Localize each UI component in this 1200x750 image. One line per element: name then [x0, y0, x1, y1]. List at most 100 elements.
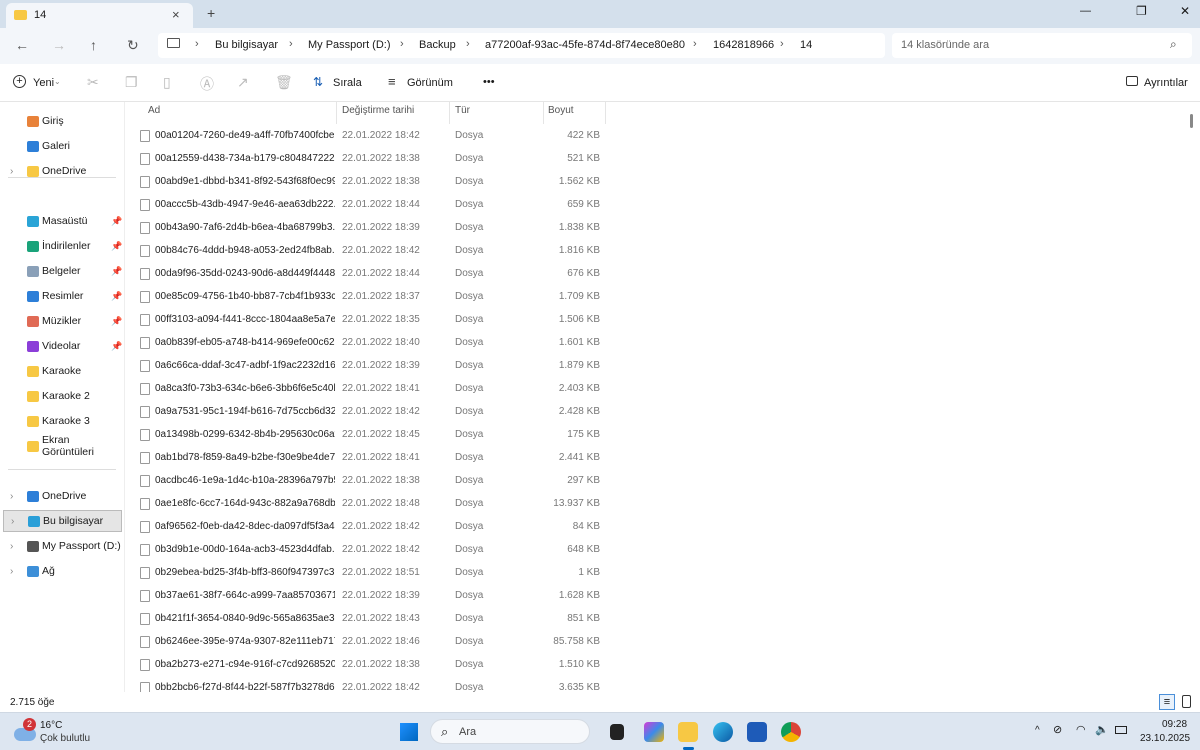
sidebar-item-ekran-görüntüleri[interactable]: Ekran Görüntüleri [8, 434, 122, 458]
sidebar-item-onedrive[interactable]: › OneDrive [8, 160, 122, 182]
rename-icon[interactable]: Ⓐ [200, 74, 214, 94]
minimize-button[interactable]: — [1080, 5, 1091, 17]
tab-14[interactable]: 14 × [6, 3, 193, 28]
file-row[interactable]: 0ab1bd78-f859-8a49-b2be-f30e9be4de7e 22.0… [133, 447, 608, 469]
volume-icon[interactable]: 🔈 [1095, 723, 1109, 736]
sidebar-item-karaoke-3[interactable]: Karaoke 3 [8, 410, 122, 432]
sidebar-item-resimler[interactable]: Resimler 📌 [8, 285, 122, 307]
more-button[interactable]: ••• [483, 76, 495, 88]
file-explorer-icon[interactable] [678, 722, 698, 742]
search-input[interactable]: 14 klasöründe ara ⌕ [892, 33, 1192, 58]
sidebar-item-my-passport-d-[interactable]: › My Passport (D:) [8, 535, 122, 557]
cut-icon[interactable]: ✂ [87, 74, 99, 91]
column-header-type[interactable]: Tür [455, 105, 470, 123]
file-row[interactable]: 0af96562-f0eb-da42-8dec-da097df5f3a4 22.0… [133, 516, 608, 538]
column-header-name[interactable]: Ad [148, 105, 160, 123]
file-row[interactable]: 0a0b839f-eb05-a748-b414-969efe00c623 22.0… [133, 332, 608, 354]
breadcrumb[interactable]: › Bu bilgisayar › My Passport (D:) › Bac… [158, 33, 885, 58]
chrome-icon[interactable] [781, 722, 801, 742]
battery-icon[interactable] [1115, 726, 1127, 734]
column-header-date[interactable]: Değiştirme tarihi [342, 105, 414, 123]
pin-icon[interactable]: 📌 [111, 341, 122, 352]
file-row[interactable]: 0ba2b273-e271-c94e-916f-c7cd9268520a 22.0… [133, 654, 608, 676]
edge-icon[interactable] [713, 722, 733, 742]
crumb-bu-bilgisayar[interactable]: Bu bilgisayar [215, 39, 278, 51]
expand-chevron-icon[interactable]: › [10, 541, 13, 552]
file-row[interactable]: 00e85c09-4756-1b40-bb87-7cb4f1b933cc 22.0… [133, 286, 608, 308]
file-row[interactable]: 0b37ae61-38f7-664c-a999-7aa85703671e 22.0… [133, 585, 608, 607]
file-row[interactable]: 00ff3103-a094-f441-8ccc-1804aa8e5a7e 22.0… [133, 309, 608, 331]
sidebar-item-masaüstü[interactable]: Masaüstü 📌 [8, 210, 122, 232]
file-row[interactable]: 00a12559-d438-734a-b179-c804847222d6 22.0… [133, 148, 608, 170]
expand-chevron-icon[interactable]: › [11, 516, 14, 527]
close-window-button[interactable]: ✕ [1180, 4, 1190, 18]
delete-icon[interactable]: 🗑 [275, 74, 293, 91]
location-off-icon[interactable]: ⊘ [1053, 723, 1062, 736]
crumb-backup[interactable]: Backup [419, 39, 456, 51]
new-tab-button[interactable]: + [207, 5, 215, 21]
sidebar-item-giriş[interactable]: Giriş [8, 110, 122, 132]
share-icon[interactable]: ↗ [237, 74, 249, 91]
sidebar-item-müzikler[interactable]: Müzikler 📌 [8, 310, 122, 332]
clock-time[interactable]: 09:28 [1162, 719, 1187, 730]
file-row[interactable]: 0b6246ee-395e-974a-9307-82e111eb7176 22.0… [133, 631, 608, 653]
file-row[interactable]: 0bb2bcb6-f27d-8f44-b22f-587f7b3278d6 22.0… [133, 677, 608, 692]
sidebar-item-karaoke[interactable]: Karaoke [8, 360, 122, 382]
crumb-14[interactable]: 14 [800, 39, 812, 51]
clock-date[interactable]: 23.10.2025 [1140, 733, 1190, 744]
new-button[interactable]: Yeni [33, 77, 54, 89]
pin-icon[interactable]: 📌 [111, 241, 122, 252]
file-row[interactable]: 0a13498b-0299-6342-8b4b-295630c06afb 22.0… [133, 424, 608, 446]
file-row[interactable]: 0a8ca3f0-73b3-634c-b6e6-3bb6f6e5c40b 22.0… [133, 378, 608, 400]
start-icon[interactable] [400, 723, 418, 741]
sidebar-item-i-ndirilenler[interactable]: İndirilenler 📌 [8, 235, 122, 257]
copilot-icon[interactable] [644, 722, 664, 742]
sidebar-item-bu-bilgisayar[interactable]: › Bu bilgisayar [3, 510, 122, 532]
file-row[interactable]: 0ae1e8fc-6cc7-164d-943c-882a9a768db8 22.0… [133, 493, 608, 515]
refresh-icon[interactable]: ↻ [127, 37, 139, 54]
sidebar-item-galeri[interactable]: Galeri [8, 135, 122, 157]
file-row[interactable]: 0a6c66ca-ddaf-3c47-adbf-1f9ac2232d16 22.0… [133, 355, 608, 377]
pin-icon[interactable]: 📌 [111, 266, 122, 277]
expand-chevron-icon[interactable]: › [10, 566, 13, 577]
sidebar-item-onedrive[interactable]: › OneDrive [8, 485, 122, 507]
forward-icon[interactable]: → [52, 37, 66, 53]
file-row[interactable]: 00a01204-7260-de49-a4ff-70fb7400fcbe 22.0… [133, 125, 608, 147]
paste-icon[interactable]: ▯ [163, 74, 171, 91]
crumb-1642818966[interactable]: 1642818966 [713, 39, 774, 51]
file-row[interactable]: 00da9f96-35dd-0243-90d6-a8d449f4448e 22.0… [133, 263, 608, 285]
sort-button[interactable]: Sırala [333, 77, 362, 89]
taskbar-search[interactable]: ⌕ Ara [430, 719, 590, 744]
view-button[interactable]: Görünüm [407, 77, 453, 89]
file-row[interactable]: 00b43a90-7af6-2d4b-b6ea-4ba68799b3... 22.… [133, 217, 608, 239]
file-row[interactable]: 0b3d9b1e-00d0-164a-acb3-4523d4dfab... 22.… [133, 539, 608, 561]
sidebar-item-belgeler[interactable]: Belgeler 📌 [8, 260, 122, 282]
expand-chevron-icon[interactable]: › [10, 166, 13, 177]
pin-icon[interactable]: 📌 [111, 316, 122, 327]
sidebar-item-ağ[interactable]: › Ağ [8, 560, 122, 582]
close-tab-icon[interactable]: × [172, 7, 180, 22]
tiles-view-icon[interactable] [1182, 695, 1191, 708]
weather-temp[interactable]: 16°C [40, 720, 62, 731]
sidebar-item-videolar[interactable]: Videolar 📌 [8, 335, 122, 357]
pin-icon[interactable]: 📌 [111, 291, 122, 302]
expand-chevron-icon[interactable]: › [10, 491, 13, 502]
maximize-button[interactable]: ❐ [1136, 4, 1147, 18]
crumb-guid[interactable]: a77200af-93ac-45fe-874d-8f74ece80e80 [485, 39, 685, 51]
file-row[interactable]: 0b29ebea-bd25-3f4b-bff3-860f947397c3 22.0… [133, 562, 608, 584]
crumb-my-passport[interactable]: My Passport (D:) [308, 39, 391, 51]
file-row[interactable]: 0b421f1f-3654-0840-9d9c-565a8635ae36 22.0… [133, 608, 608, 630]
file-row[interactable]: 00abd9e1-dbbd-b341-8f92-543f68f0ec99 22.0… [133, 171, 608, 193]
details-view-icon[interactable]: ≡ [1159, 694, 1175, 710]
store-icon[interactable] [747, 722, 767, 742]
sidebar-item-karaoke-2[interactable]: Karaoke 2 [8, 385, 122, 407]
column-header-size[interactable]: Boyut [548, 105, 574, 123]
show-hidden-icons[interactable]: ^ [1035, 725, 1040, 736]
details-button[interactable]: Ayrıntılar [1144, 77, 1188, 89]
wifi-icon[interactable]: ◠ [1076, 723, 1086, 736]
scrollbar-thumb[interactable] [1190, 114, 1193, 128]
file-row[interactable]: 00b84c76-4ddd-b948-a053-2ed24fb8ab... 22.… [133, 240, 608, 262]
weather-desc[interactable]: Çok bulutlu [40, 733, 90, 744]
pin-icon[interactable]: 📌 [111, 216, 122, 227]
copy-icon[interactable]: ❐ [125, 74, 138, 91]
